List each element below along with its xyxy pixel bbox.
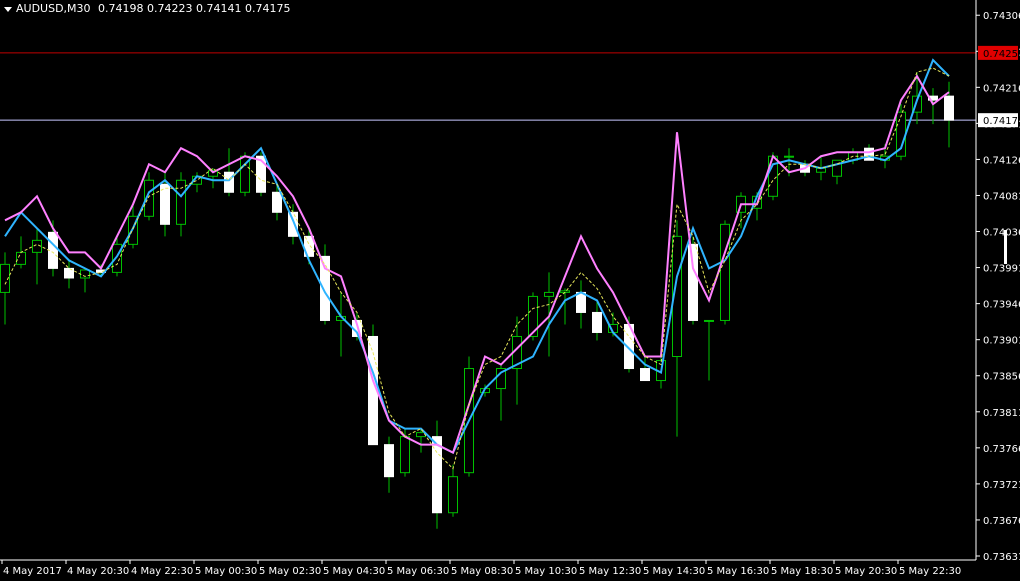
time-tick-label: 5 May 16:30: [707, 566, 769, 577]
bullish-candle-body[interactable]: [416, 432, 426, 438]
time-tick-label: 5 May 02:30: [259, 566, 321, 577]
time-tick-label: 5 May 20:30: [835, 566, 897, 577]
time-tick-label: 4 May 22:30: [131, 566, 193, 577]
close-price: 0.74175: [245, 2, 291, 15]
price-tick-label: 0.74306: [983, 11, 1020, 22]
dropdown-triangle-icon[interactable]: [4, 6, 12, 12]
price-tick-label: 0.73766: [983, 444, 1020, 455]
bearish-candle-body[interactable]: [640, 368, 650, 382]
price-tick-label: 0.73811: [983, 408, 1020, 419]
time-tick-label: 5 May 08:30: [451, 566, 513, 577]
scroll-marker[interactable]: [1004, 230, 1007, 264]
bullish-candle-body[interactable]: [768, 155, 778, 197]
bearish-candle-body[interactable]: [384, 444, 394, 478]
bullish-candle-body[interactable]: [544, 291, 554, 297]
symbol-label: AUDUSD,M30: [16, 2, 91, 15]
bearish-candle-body[interactable]: [592, 311, 602, 333]
price-tick-label: 0.74036: [983, 228, 1020, 239]
high-price: 0.74223: [147, 2, 193, 15]
ma-line-pink: [4, 74, 950, 455]
chart-header: AUDUSD,M30 0.74198 0.74223 0.74141 0.741…: [4, 2, 291, 16]
low-price: 0.74141: [196, 2, 242, 15]
price-tick-label: 0.73631: [983, 552, 1020, 563]
time-tick-label: 4 May 2017: [3, 566, 62, 577]
time-tick-label: 4 May 20:30: [67, 566, 129, 577]
bullish-candle-body[interactable]: [400, 436, 410, 474]
time-tick-label: 5 May 04:30: [323, 566, 385, 577]
time-tick-label: 5 May 10:30: [515, 566, 577, 577]
price-chart[interactable]: 0.743060.742610.742160.741710.741260.740…: [0, 0, 1020, 581]
time-tick-label: 5 May 00:30: [195, 566, 257, 577]
price-tick-label: 0.73901: [983, 336, 1020, 347]
bullish-candle-body[interactable]: [704, 319, 714, 322]
bearish-candle-body[interactable]: [272, 191, 282, 213]
bullish-candle-body[interactable]: [720, 223, 730, 321]
price-tick-label: 0.73676: [983, 516, 1020, 527]
bearish-candle-body[interactable]: [944, 95, 954, 121]
time-tick-label: 5 May 22:30: [899, 566, 961, 577]
bullish-candle-body[interactable]: [16, 251, 26, 265]
price-tick-label: 0.73856: [983, 372, 1020, 383]
bearish-candle-body[interactable]: [864, 147, 874, 161]
price-tick-label: 0.74126: [983, 155, 1020, 166]
bid-price-label: 0.74175: [983, 116, 1020, 127]
open-price: 0.74198: [98, 2, 144, 15]
price-tick-label: 0.73721: [983, 480, 1020, 491]
time-tick-label: 5 May 06:30: [387, 566, 449, 577]
price-tick-label: 0.74216: [983, 83, 1020, 94]
red-price-level-label: 0.74259: [983, 49, 1020, 60]
bearish-candle-body[interactable]: [688, 243, 698, 321]
ma-line-blue: [4, 58, 950, 454]
price-tick-label: 0.74081: [983, 191, 1020, 202]
ma-line-yellow: [4, 67, 950, 470]
bearish-candle-body[interactable]: [224, 171, 234, 193]
price-tick-label: 0.73946: [983, 300, 1020, 311]
time-tick-label: 5 May 14:30: [643, 566, 705, 577]
bearish-candle-body[interactable]: [288, 211, 298, 237]
bearish-candle-body[interactable]: [576, 291, 586, 313]
bullish-candle-body[interactable]: [112, 243, 122, 273]
time-tick-label: 5 May 18:30: [771, 566, 833, 577]
price-tick-label: 0.73991: [983, 264, 1020, 275]
bullish-candle-body[interactable]: [784, 155, 794, 158]
bullish-candle-body[interactable]: [176, 179, 186, 225]
time-tick-label: 5 May 12:30: [579, 566, 641, 577]
bullish-candle-body[interactable]: [448, 476, 458, 514]
chart-window[interactable]: 0.743060.742610.742160.741710.741260.740…: [0, 0, 1020, 581]
